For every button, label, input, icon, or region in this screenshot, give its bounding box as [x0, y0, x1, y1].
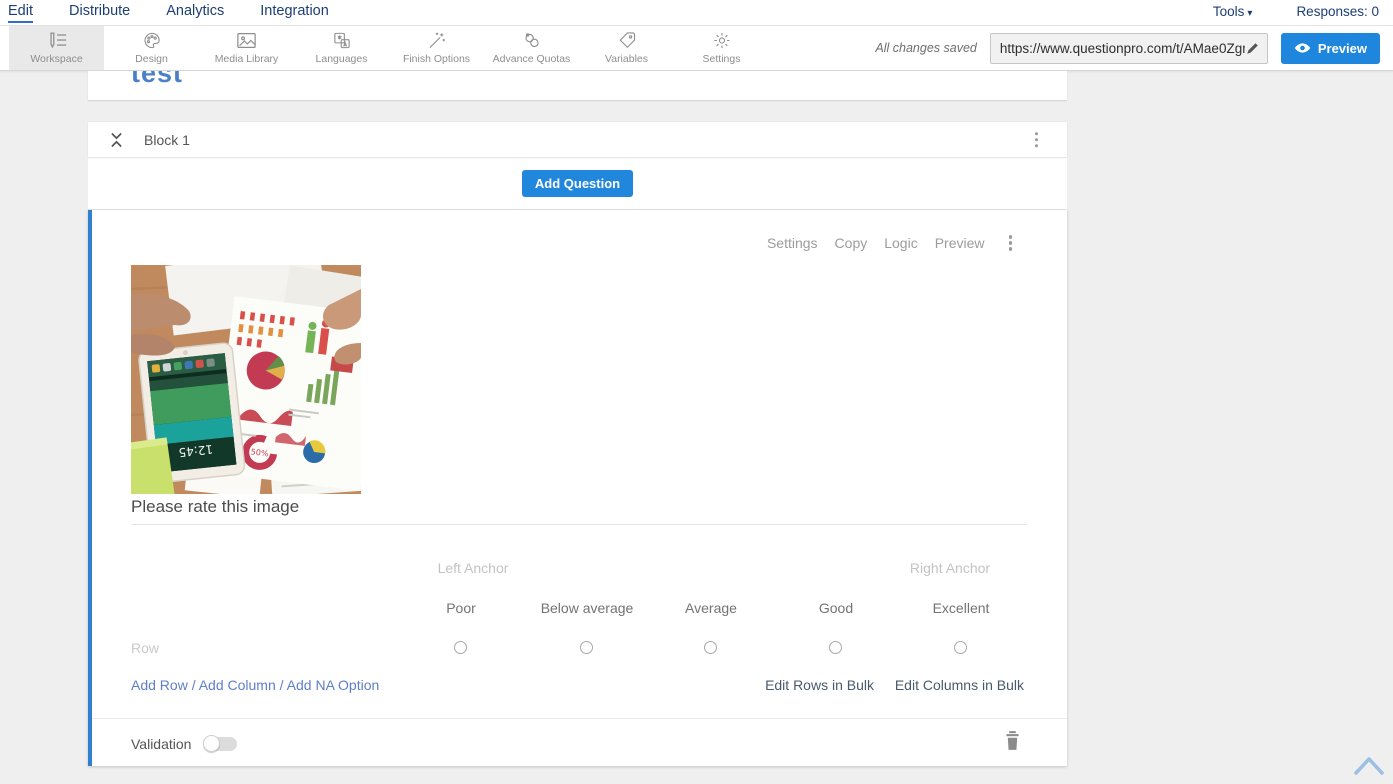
pencil-icon[interactable] — [1245, 41, 1260, 56]
radio-poor[interactable] — [454, 641, 467, 654]
add-column-link[interactable]: Add Column — [199, 677, 276, 693]
divider — [92, 718, 1067, 719]
column-header-excellent[interactable]: Excellent — [933, 600, 990, 616]
eye-icon — [1294, 42, 1311, 54]
toolbar-media-library[interactable]: Media Library — [199, 26, 294, 70]
toolbar-design[interactable]: Design — [104, 26, 199, 70]
palette-icon — [142, 31, 162, 50]
add-na-option-link[interactable]: Add NA Option — [287, 677, 380, 693]
toolbar-settings[interactable]: Settings — [674, 26, 769, 70]
radio-average[interactable] — [704, 641, 717, 654]
toolbar-finish-options[interactable]: Finish Options — [389, 26, 484, 70]
toolbar-workspace[interactable]: Workspace — [9, 26, 104, 70]
question-copy-link[interactable]: Copy — [835, 235, 868, 251]
add-question-row: Add Question — [88, 158, 1067, 210]
toolbar-label: Languages — [316, 53, 368, 65]
nav-tab-integration[interactable]: Integration — [260, 3, 329, 23]
question-image: 50% — [131, 265, 361, 494]
survey-url-value[interactable]: https://www.questionpro.com/t/AMae0Zgn — [1000, 41, 1245, 56]
toolbar-label: Advance Quotas — [493, 53, 571, 65]
question-preview-link[interactable]: Preview — [935, 235, 985, 251]
nav-items: Edit Distribute Analytics Integration — [8, 3, 329, 23]
nav-tab-distribute[interactable]: Distribute — [69, 3, 130, 23]
translate-icon — [332, 31, 352, 50]
nav-tab-edit[interactable]: Edit — [8, 3, 33, 23]
add-options-links: Add Row / Add Column / Add NA Option — [131, 677, 379, 693]
toolbar-label: Settings — [703, 53, 741, 65]
toolbar-variables[interactable]: Variables — [579, 26, 674, 70]
workspace-icon — [46, 31, 68, 50]
left-anchor-field[interactable]: Left Anchor — [438, 560, 509, 576]
question-menu-icon[interactable] — [1006, 232, 1016, 254]
responses-count[interactable]: Responses: 0 — [1296, 4, 1379, 21]
question-actions: Settings Copy Logic Preview — [767, 232, 1015, 254]
nav-right: Tools▾ Responses: 0 — [1213, 4, 1379, 21]
question-card: Settings Copy Logic Preview — [88, 210, 1067, 766]
survey-editor-canvas: test Block 1 Add Question Settings Copy … — [88, 71, 1067, 766]
toggle-knob — [203, 735, 220, 752]
wand-icon — [427, 31, 447, 50]
questionpro-survey-editor: { "nav": { "items": [ { "label": "Edit",… — [0, 0, 1393, 772]
right-anchor-field[interactable]: Right Anchor — [910, 560, 990, 576]
tools-menu[interactable]: Tools▾ — [1213, 4, 1253, 21]
edit-rows-in-bulk-link[interactable]: Edit Rows in Bulk — [765, 677, 874, 693]
divider — [131, 524, 1027, 525]
delete-question-icon[interactable] — [1005, 731, 1020, 755]
survey-url-box[interactable]: https://www.questionpro.com/t/AMae0Zgn — [990, 33, 1268, 64]
edit-columns-in-bulk-link[interactable]: Edit Columns in Bulk — [895, 677, 1024, 693]
question-logic-link[interactable]: Logic — [884, 235, 917, 251]
radio-good[interactable] — [829, 641, 842, 654]
column-header-poor[interactable]: Poor — [446, 600, 476, 616]
column-header-below-average[interactable]: Below average — [541, 600, 634, 616]
toolbar-label: Finish Options — [403, 53, 470, 65]
collapse-block-icon[interactable] — [110, 131, 123, 149]
question-prompt[interactable]: Please rate this image — [131, 497, 299, 517]
save-status: All changes saved — [875, 41, 976, 55]
preview-button[interactable]: Preview — [1281, 33, 1380, 64]
toolbar-label: Design — [135, 53, 168, 65]
separator: / — [280, 677, 287, 693]
survey-title[interactable]: test — [131, 71, 1067, 89]
separator: / — [192, 677, 199, 693]
toolbar-languages[interactable]: Languages — [294, 26, 389, 70]
survey-title-card: test — [88, 71, 1067, 100]
column-header-average[interactable]: Average — [685, 600, 737, 616]
validation-label: Validation — [131, 736, 191, 752]
toolbar-label: Variables — [605, 53, 648, 65]
preview-button-label: Preview — [1318, 41, 1367, 56]
block-menu-icon[interactable] — [1032, 129, 1042, 151]
chain-links-icon — [522, 31, 542, 50]
add-question-button[interactable]: Add Question — [522, 170, 633, 197]
radio-excellent[interactable] — [954, 641, 967, 654]
question-settings-link[interactable]: Settings — [767, 235, 818, 251]
validation-toggle[interactable] — [204, 737, 237, 751]
validation-row: Validation — [131, 736, 237, 752]
tag-icon — [617, 31, 637, 50]
editor-toolbar: Workspace Design Media Library Languages… — [0, 26, 1393, 71]
block-title[interactable]: Block 1 — [144, 132, 190, 148]
column-header-good[interactable]: Good — [819, 600, 853, 616]
toolbar-right: All changes saved https://www.questionpr… — [875, 26, 1393, 70]
block-header: Block 1 — [88, 122, 1067, 158]
add-row-link[interactable]: Add Row — [131, 677, 188, 693]
chevron-down-icon: ▾ — [1247, 8, 1252, 19]
image-icon — [236, 31, 257, 50]
nav-tab-analytics[interactable]: Analytics — [166, 3, 224, 23]
row-label-field[interactable]: Row — [131, 640, 159, 656]
toolbar-label: Media Library — [215, 53, 279, 65]
radio-below-average[interactable] — [580, 641, 593, 654]
gear-icon — [712, 31, 732, 50]
scroll-to-top-icon[interactable] — [1352, 753, 1386, 784]
toolbar-label: Workspace — [30, 53, 82, 65]
toolbar-advance-quotas[interactable]: Advance Quotas — [484, 26, 579, 70]
top-nav: Edit Distribute Analytics Integration To… — [0, 0, 1393, 26]
